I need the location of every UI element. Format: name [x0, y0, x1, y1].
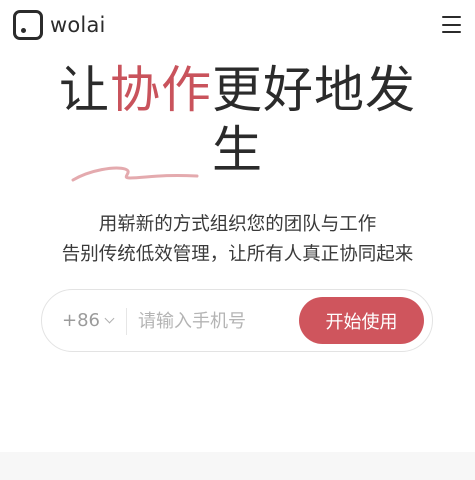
- header: wolai: [0, 0, 475, 52]
- chevron-down-icon: [104, 313, 115, 324]
- country-code-select[interactable]: +86: [62, 310, 115, 331]
- decorative-squiggle-icon: [71, 166, 199, 182]
- start-button[interactable]: 开始使用: [299, 297, 424, 344]
- wolai-logo-icon: [13, 10, 43, 40]
- divider: [126, 308, 127, 335]
- hero-title-post: 更好地发: [212, 61, 416, 119]
- phone-signup-form: +86 开始使用: [41, 289, 433, 352]
- hero-title-accent: 协作: [110, 61, 212, 119]
- subtitle-line-2: 告别传统低效管理，让所有人真正协同起来: [61, 244, 414, 265]
- country-code-value: +86: [62, 310, 100, 331]
- logo[interactable]: wolai: [13, 10, 106, 40]
- section-background: [0, 452, 475, 480]
- subtitle-line-1: 用崭新的方式组织您的团队与工作: [98, 214, 377, 235]
- phone-input[interactable]: [138, 304, 288, 338]
- hamburger-menu-icon[interactable]: [442, 16, 461, 33]
- hero-title-pre: 让: [59, 61, 110, 119]
- logo-text: wolai: [50, 13, 106, 37]
